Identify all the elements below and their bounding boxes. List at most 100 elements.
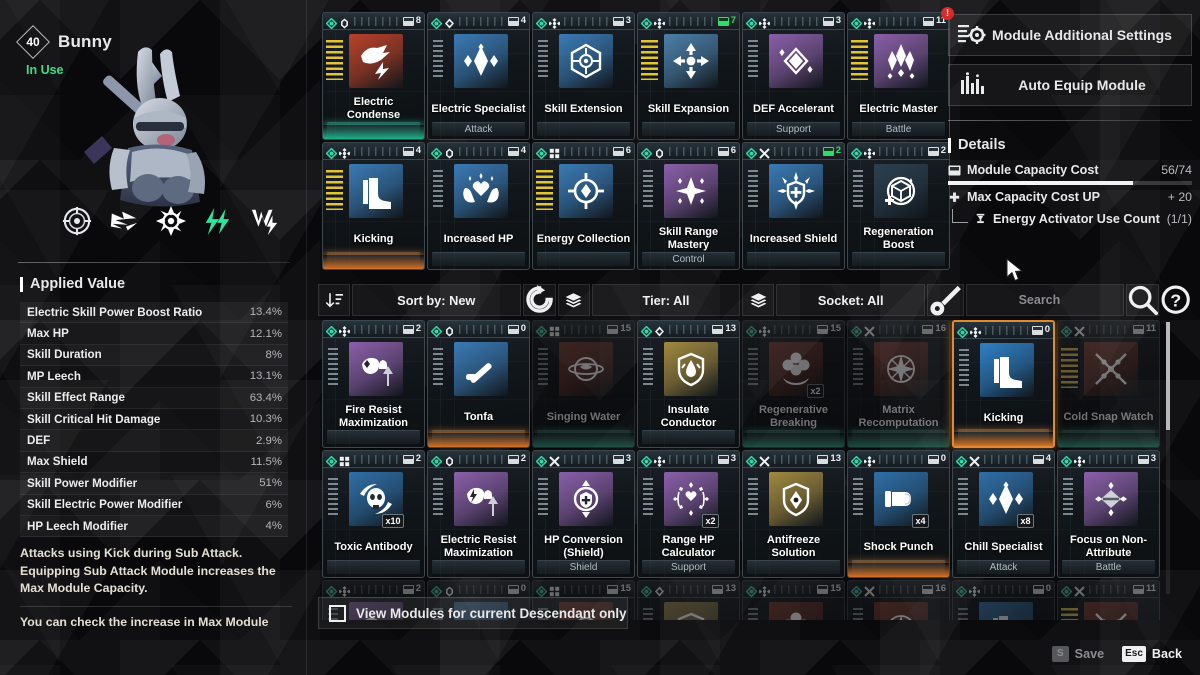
equipped-modules-grid[interactable]: 8 Electric Condense 4 Electric Specialist A…: [322, 12, 950, 270]
inventory-modules-grid[interactable]: 2 Fire Resist Maximization 0 Tonfa 15 Singi…: [322, 320, 1162, 620]
header-ticks: [1089, 584, 1129, 594]
stat-row: Skill Duration 8%: [20, 344, 288, 367]
module-card[interactable]: 16Matrix Recomputation: [847, 580, 950, 620]
module-card[interactable]: 4 x8 Chill Specialist Attack: [952, 450, 1055, 578]
capacity-cost-badge: 11: [1132, 324, 1156, 334]
module-pins: [1061, 348, 1078, 388]
socket-layers-icon[interactable]: [742, 284, 775, 316]
capacity-cost-value: 4: [1045, 453, 1051, 465]
module-card[interactable]: 3 Focus on Non-Attribute Battle: [1057, 450, 1160, 578]
module-card[interactable]: 2 x10 Toxic Antibody: [322, 450, 425, 578]
module-card[interactable]: 3 HP Conversion (Shield) Shield: [532, 450, 635, 578]
tier-diamond-icon: [325, 16, 338, 29]
card-header: 0: [428, 581, 529, 598]
module-card[interactable]: 15 Singing Water: [532, 320, 635, 448]
module-name: Kicking: [353, 232, 394, 245]
tier-diamond-icon: [325, 454, 338, 467]
module-card[interactable]: 2 Increased Shield: [742, 142, 845, 270]
module-card[interactable]: 15x2Regenerative Breaking: [742, 320, 845, 448]
module-card[interactable]: 13Insulate Conductor: [637, 320, 740, 448]
search-field[interactable]: [965, 284, 1180, 316]
scrollbar-thumb[interactable]: [1166, 322, 1170, 430]
module-additional-settings-button[interactable]: ! Module Additional Settings: [941, 7, 1192, 56]
header-ticks: [879, 16, 919, 26]
module-card[interactable]: 0Kicking: [952, 320, 1055, 448]
module-name: Electric Specialist: [431, 102, 526, 115]
module-card[interactable]: 4 Kicking: [322, 142, 425, 270]
card-art: [954, 339, 1053, 401]
auto-equip-module-button[interactable]: Auto Equip Module: [948, 64, 1192, 106]
module-capacity-row: Module Capacity Cost 56/74: [948, 163, 1192, 177]
card-art: x8: [953, 468, 1054, 530]
tier-layers-icon[interactable]: [557, 284, 590, 316]
save-key: S: [1051, 646, 1069, 662]
tier-filter-dropdown[interactable]: Tier: All: [591, 284, 741, 316]
module-card[interactable]: 13Insulate Conductor: [637, 580, 740, 620]
max-capacity-label: Max Capacity Cost UP: [967, 190, 1100, 204]
module-pins: [959, 349, 969, 389]
capacity-cost-icon: [817, 584, 829, 594]
inventory-scrollbar[interactable]: [1166, 322, 1170, 594]
sort-by-dropdown[interactable]: Sort by: New: [352, 284, 521, 316]
module-card[interactable]: 7 Skill Expansion: [637, 12, 740, 140]
module-card[interactable]: 2 Regeneration Boost: [847, 142, 950, 270]
bar-chart-icon: [957, 72, 987, 98]
quantity-badge: x4: [911, 514, 929, 528]
module-card[interactable]: 2 Electric Resist Maximization: [427, 450, 530, 578]
module-pins: [538, 478, 548, 518]
help-icon[interactable]: ?: [1161, 284, 1190, 316]
card-header: 11: [1058, 321, 1159, 338]
module-card[interactable]: 2 Fire Resist Maximization: [322, 320, 425, 448]
header-ticks: [774, 454, 814, 464]
module-filter-toolbar[interactable]: Sort by: New Tier: All Socket: All ?: [318, 284, 1190, 316]
module-card[interactable]: 0Kicking: [952, 580, 1055, 620]
save-keybind[interactable]: S Save: [1051, 646, 1104, 662]
stat-row: Electric Skill Power Boost Ratio 13.4%: [20, 302, 288, 324]
module-card[interactable]: 0 x4 Shock Punch: [847, 450, 950, 578]
module-pins: [433, 478, 443, 518]
module-card[interactable]: 6 Energy Collection: [532, 142, 635, 270]
capacity-cost-badge: 2: [927, 146, 946, 156]
module-card[interactable]: 13 Antifreeze Solution: [742, 450, 845, 578]
capacity-cost-badge: 6: [717, 146, 736, 156]
capacity-cost-badge: 13: [817, 454, 841, 464]
stat-value: 6%: [265, 498, 282, 511]
header-ticks: [459, 324, 504, 334]
key-icon[interactable]: [927, 284, 964, 316]
card-header: 3: [533, 451, 634, 468]
header-ticks: [669, 584, 709, 594]
module-card[interactable]: 16Matrix Recomputation: [847, 320, 950, 448]
capacity-cost-value: 2: [520, 453, 526, 465]
xantic-socket-icon: [1074, 584, 1085, 597]
descendant-filter-checkbox[interactable]: [329, 604, 346, 622]
stat-name: Skill Electric Power Modifier: [27, 498, 183, 512]
tier-diamond-icon: [325, 584, 338, 597]
capacity-cost-value: 0: [940, 453, 946, 465]
module-card[interactable]: 6 Skill Range Mastery Control: [637, 142, 740, 270]
module-pins: [958, 478, 968, 518]
module-card[interactable]: 3 DEF Accelerant Support: [742, 12, 845, 140]
search-icon[interactable]: [1125, 284, 1159, 316]
stat-name: Electric Skill Power Boost Ratio: [27, 305, 203, 319]
stat-name: Skill Duration: [27, 348, 102, 362]
module-card[interactable]: 4 Electric Specialist Attack: [427, 12, 530, 140]
activator-label: Energy Activator Use Count: [993, 211, 1160, 226]
almandine-socket-icon: [863, 146, 876, 159]
module-card[interactable]: 11Cold Snap Watch: [1057, 580, 1160, 620]
sort-descending-icon[interactable]: [318, 284, 350, 316]
module-card[interactable]: 3 x2 Range HP Calculator Support: [637, 450, 740, 578]
module-card[interactable]: 8 Electric Condense: [322, 12, 425, 140]
module-card[interactable]: 4 Increased HP: [427, 142, 530, 270]
descendant-filter-checkbox-row[interactable]: View Modules for current Descendant only: [318, 597, 628, 629]
module-card[interactable]: 11Cold Snap Watch: [1057, 320, 1160, 448]
module-name: Electric Master: [859, 102, 938, 115]
module-card[interactable]: 11 Electric Master Battle: [847, 12, 950, 140]
refresh-button[interactable]: [522, 284, 556, 316]
module-card[interactable]: 3 Skill Extension: [532, 12, 635, 140]
module-card[interactable]: 0 Tonfa: [427, 320, 530, 448]
module-name: Increased HP: [443, 232, 514, 245]
stat-name: DEF: [27, 434, 51, 448]
socket-filter-dropdown[interactable]: Socket: All: [776, 284, 926, 316]
module-card[interactable]: 15x2Regenerative Breaking: [742, 580, 845, 620]
back-keybind[interactable]: Esc Back: [1122, 646, 1182, 662]
